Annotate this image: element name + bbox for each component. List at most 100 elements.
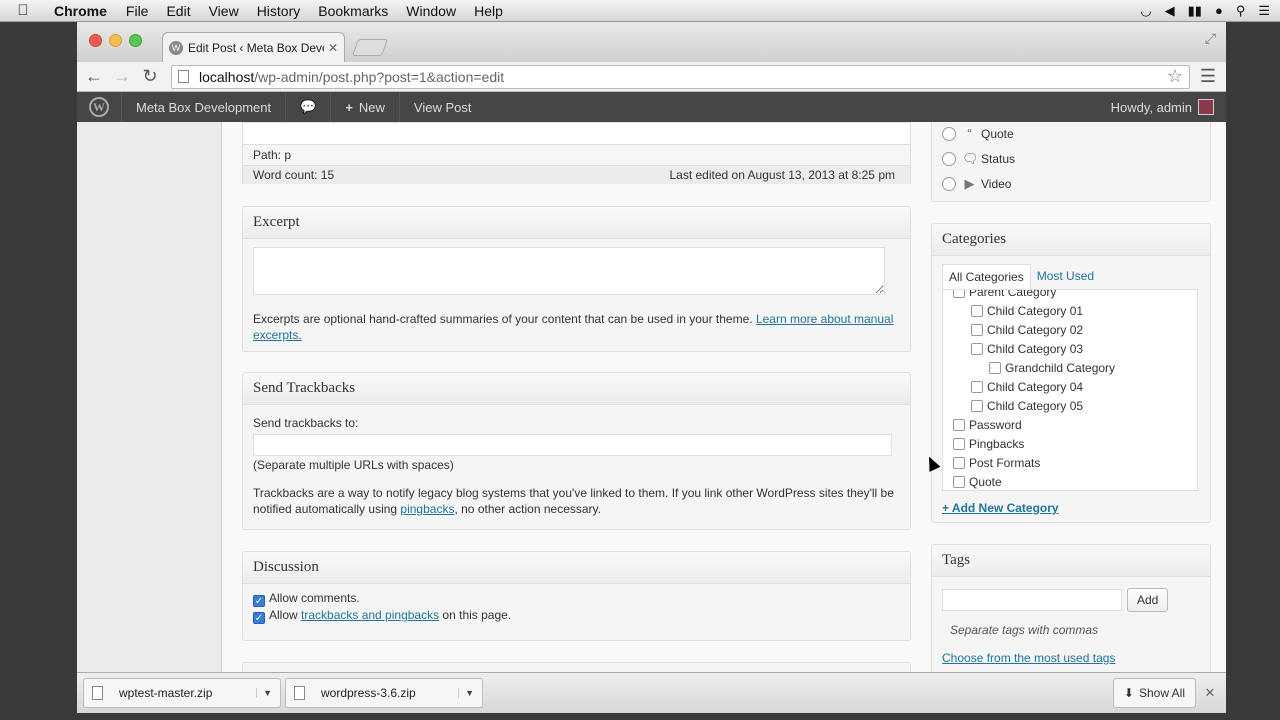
menu-help[interactable]: Help xyxy=(465,3,512,19)
next-box-partial xyxy=(242,662,911,672)
category-label: Child Category 05 xyxy=(987,399,1084,413)
fullscreen-icon[interactable]: ⤢ xyxy=(1205,30,1216,47)
category-item[interactable]: Post Formats xyxy=(943,454,1197,473)
forward-icon[interactable]: → xyxy=(111,66,133,87)
reload-icon[interactable]: ↻ xyxy=(139,66,161,87)
browser-window: W Edit Post ‹ Meta Box Develc ✕ ⤢ ← → ↻ … xyxy=(77,22,1226,712)
app-menu-chrome[interactable]: Chrome xyxy=(46,3,117,19)
tab-edit-post[interactable]: W Edit Post ‹ Meta Box Develc ✕ xyxy=(162,32,345,62)
address-bar[interactable]: localhost/wp-admin/post.php?post=1&actio… xyxy=(171,64,1190,89)
url-host: localhost xyxy=(199,68,255,85)
notification-list-icon[interactable]: ☰ xyxy=(1258,3,1270,19)
new-tag-input[interactable] xyxy=(942,589,1122,611)
format-video-label: Video xyxy=(981,177,1012,191)
excerpt-title[interactable]: Excerpt xyxy=(243,207,910,239)
spotlight-search-icon[interactable]: ⚲ xyxy=(1236,3,1246,19)
category-item[interactable]: Pingbacks xyxy=(943,435,1197,454)
download-item[interactable]: wordpress-3.6.zip ▼ xyxy=(285,678,483,708)
wifi-icon[interactable]: ◡ xyxy=(1140,3,1151,19)
category-label: Post Formats xyxy=(969,456,1041,470)
account-menu[interactable]: Howdy, admin xyxy=(1111,99,1226,115)
quote-icon: “ xyxy=(967,126,972,141)
trackbacks-label: Send trackbacks to: xyxy=(253,416,359,430)
format-video-radio[interactable] xyxy=(942,177,956,191)
category-item[interactable]: Child Category 03 xyxy=(943,340,1197,359)
category-checkbox[interactable] xyxy=(953,419,965,431)
category-checkbox[interactable] xyxy=(971,343,983,355)
menu-history[interactable]: History xyxy=(248,3,310,19)
menu-view[interactable]: View xyxy=(200,3,248,19)
choose-most-used-tags-link[interactable]: Choose from the most used tags xyxy=(942,651,1115,665)
user-icon[interactable]: ● xyxy=(1215,3,1223,18)
category-checkbox[interactable] xyxy=(989,362,1001,374)
format-quote-radio[interactable] xyxy=(942,127,956,141)
volume-icon[interactable]: ◀ xyxy=(1165,3,1175,19)
editor-status-area: Path: p Word count: 15 Last edited on Au… xyxy=(242,122,911,184)
chrome-menu-icon[interactable]: ☰ xyxy=(1196,66,1220,87)
tab-most-used[interactable]: Most Used xyxy=(1031,264,1100,289)
site-name-link[interactable]: Meta Box Development xyxy=(122,92,287,122)
categories-title[interactable]: Categories xyxy=(932,224,1210,256)
close-tab-icon[interactable]: ✕ xyxy=(328,41,338,55)
trackbacks-pingbacks-link[interactable]: trackbacks and pingbacks xyxy=(301,608,439,622)
menu-window[interactable]: Window xyxy=(397,3,465,19)
category-checkbox[interactable] xyxy=(971,324,983,336)
url-path: /wp-admin/post.php?post=1&action=edit xyxy=(254,68,505,85)
category-checkbox[interactable] xyxy=(953,457,965,469)
trackbacks-box: Send Trackbacks Send trackbacks to: (Sep… xyxy=(242,372,911,530)
menu-file[interactable]: File xyxy=(117,3,158,19)
format-status-radio[interactable] xyxy=(942,152,956,166)
editor-bottom-edge[interactable] xyxy=(243,123,910,145)
view-post-link[interactable]: View Post xyxy=(400,92,486,122)
category-item[interactable]: Child Category 02 xyxy=(943,321,1197,340)
discussion-title[interactable]: Discussion xyxy=(243,552,910,584)
category-checkbox[interactable] xyxy=(953,476,965,488)
download-menu-arrow-icon[interactable]: ▼ xyxy=(256,688,272,698)
category-item[interactable]: Child Category 05 xyxy=(943,397,1197,416)
excerpt-textarea[interactable] xyxy=(253,247,885,295)
apple-icon[interactable]:  xyxy=(0,2,46,19)
comments-icon[interactable]: 💬 xyxy=(286,92,332,122)
add-tag-button[interactable]: Add xyxy=(1127,588,1169,612)
menu-bookmarks[interactable]: Bookmarks xyxy=(309,3,397,19)
new-tab-button[interactable] xyxy=(351,39,389,56)
category-checkbox[interactable] xyxy=(971,400,983,412)
category-item[interactable]: Grandchild Category xyxy=(943,359,1197,378)
category-checkbox[interactable] xyxy=(953,290,965,298)
trackbacks-title[interactable]: Send Trackbacks xyxy=(243,373,910,405)
category-checkbox[interactable] xyxy=(971,381,983,393)
category-checklist[interactable]: Parent Category Child Category 01 Child Ca… xyxy=(942,289,1198,491)
category-label: Grandchild Category xyxy=(1005,361,1116,375)
show-all-downloads-button[interactable]: ⬇ Show All xyxy=(1112,678,1196,708)
zoom-window-button[interactable] xyxy=(129,34,142,47)
category-item[interactable]: Child Category 01 xyxy=(943,302,1197,321)
category-checkbox[interactable] xyxy=(953,438,965,450)
download-item[interactable]: wptest-master.zip ▼ xyxy=(83,678,281,708)
back-icon[interactable]: ← xyxy=(83,66,105,87)
menu-edit[interactable]: Edit xyxy=(157,3,199,19)
category-item[interactable]: Quote xyxy=(943,473,1197,490)
category-checkbox[interactable] xyxy=(971,305,983,317)
allow-comments-checkbox[interactable]: ✓ xyxy=(253,595,265,607)
trackbacks-input[interactable] xyxy=(253,434,892,456)
add-new-category-link[interactable]: + Add New Category xyxy=(942,501,1059,515)
category-item[interactable]: Parent Category xyxy=(943,289,1197,302)
category-item[interactable]: Password xyxy=(943,416,1197,435)
allow-pings-checkbox[interactable]: ✓ xyxy=(253,612,265,624)
tab-all-categories[interactable]: All Categories xyxy=(942,264,1031,289)
discussion-box: Discussion ✓ Allow comments. ✓ Allow track… xyxy=(242,551,911,641)
close-window-button[interactable] xyxy=(89,34,102,47)
bookmark-star-icon[interactable]: ☆ xyxy=(1167,66,1183,87)
battery-icon[interactable]: ▮▮ xyxy=(1188,3,1202,19)
close-downloads-icon[interactable]: ✕ xyxy=(1200,685,1220,701)
category-item[interactable]: Child Category 04 xyxy=(943,378,1197,397)
wp-admin-bar: W Meta Box Development 💬 + New View Post … xyxy=(77,92,1226,122)
new-content-link[interactable]: + New xyxy=(331,92,400,122)
category-label: Parent Category xyxy=(969,289,1057,299)
wordpress-logo-icon[interactable]: W xyxy=(77,92,122,122)
editor-info-bar: Word count: 15 Last edited on August 13,… xyxy=(243,165,910,184)
download-menu-arrow-icon[interactable]: ▼ xyxy=(458,688,474,698)
minimize-window-button[interactable] xyxy=(109,34,122,47)
pingbacks-link[interactable]: pingbacks xyxy=(400,502,454,516)
tags-title[interactable]: Tags xyxy=(932,545,1210,577)
